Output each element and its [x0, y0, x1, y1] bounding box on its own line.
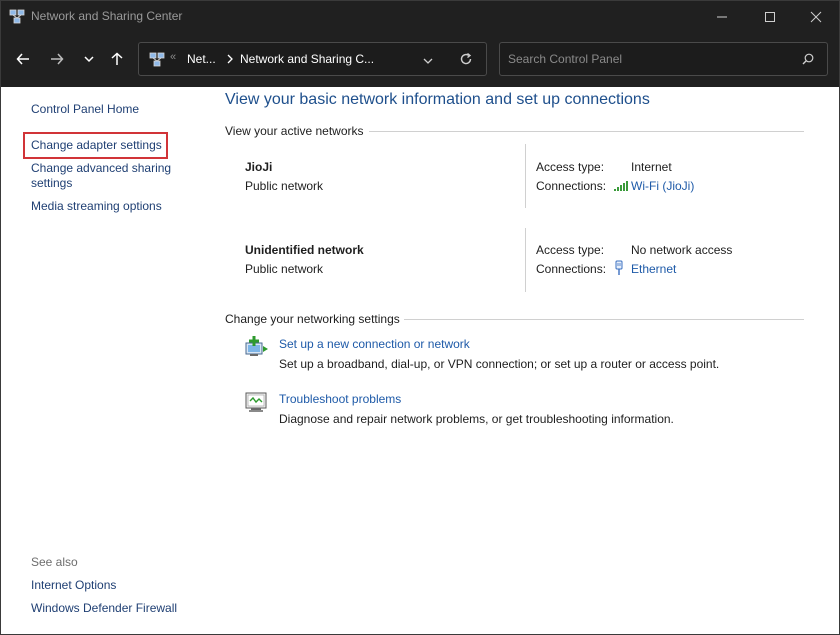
- new-connection-icon: [245, 336, 268, 356]
- close-button[interactable]: [793, 1, 839, 33]
- arrow-right-icon: [51, 53, 64, 65]
- forward-button[interactable]: [45, 47, 69, 71]
- close-icon: [810, 11, 822, 23]
- active-networks-heading: View your active networks: [225, 124, 364, 138]
- arrow-up-icon: [111, 52, 123, 65]
- network-name: Unidentified network: [245, 243, 364, 257]
- access-type-label: Access type:: [536, 243, 605, 257]
- up-button[interactable]: [105, 47, 129, 71]
- connections-label: Connections:: [536, 262, 607, 276]
- change-settings-heading: Change your networking settings: [225, 312, 400, 326]
- refresh-icon[interactable]: [459, 52, 473, 66]
- connections-label: Connections:: [536, 179, 607, 193]
- sidebar-item-change-advanced-sharing[interactable]: Change advanced sharing settings: [31, 161, 181, 191]
- sidebar: Control Panel Home Change adapter settin…: [1, 87, 206, 634]
- access-type-value: Internet: [631, 160, 672, 174]
- setup-connection-description: Set up a broadband, dial-up, or VPN conn…: [279, 357, 720, 371]
- section-divider: [369, 131, 804, 132]
- chevron-down-icon: [84, 56, 94, 63]
- access-type-value: No network access: [631, 243, 733, 257]
- sidebar-item-media-streaming[interactable]: Media streaming options: [31, 199, 162, 214]
- troubleshoot-icon: [245, 392, 267, 412]
- troubleshoot-description: Diagnose and repair network problems, or…: [279, 412, 674, 426]
- breadcrumb-network-sharing-center[interactable]: Network and Sharing C...: [240, 52, 374, 66]
- search-icon[interactable]: [802, 53, 814, 65]
- wifi-signal-icon: [614, 181, 628, 191]
- section-divider: [404, 319, 804, 320]
- main-content: View your basic network information and …: [206, 87, 839, 634]
- minimize-icon: [717, 16, 727, 18]
- see-also-heading: See also: [31, 555, 78, 569]
- network-location-icon: [149, 52, 165, 67]
- access-type-label: Access type:: [536, 160, 605, 174]
- address-bar[interactable]: « Net... Network and Sharing C...: [138, 42, 487, 76]
- page-title: View your basic network information and …: [225, 91, 650, 108]
- network-category: Public network: [245, 179, 324, 193]
- maximize-button[interactable]: [747, 1, 793, 33]
- window: Network and Sharing Center « Net... Netw…: [0, 0, 840, 635]
- navigation-bar: « Net... Network and Sharing C...: [1, 33, 839, 87]
- arrow-left-icon: [16, 53, 29, 65]
- sidebar-item-change-adapter-settings[interactable]: Change adapter settings: [31, 138, 162, 153]
- title-bar: Network and Sharing Center: [1, 1, 839, 33]
- sidebar-item-defender-firewall[interactable]: Windows Defender Firewall: [31, 601, 177, 616]
- network-divider: [525, 144, 526, 208]
- network-category: Public network: [245, 262, 324, 276]
- minimize-button[interactable]: [699, 1, 745, 33]
- ethernet-cable-icon: [615, 260, 623, 275]
- chevron-right-icon[interactable]: [225, 54, 235, 64]
- maximize-icon: [765, 12, 775, 22]
- chevron-down-icon[interactable]: [422, 55, 434, 67]
- sidebar-item-control-panel-home[interactable]: Control Panel Home: [31, 102, 139, 117]
- recent-locations-button[interactable]: [77, 47, 101, 71]
- breadcrumb-network[interactable]: Net...: [187, 52, 216, 66]
- network-divider: [525, 228, 526, 292]
- ethernet-connection-link[interactable]: Ethernet: [631, 262, 676, 276]
- search-box[interactable]: [499, 42, 828, 76]
- wifi-connection-link[interactable]: Wi-Fi (JioJi): [631, 179, 694, 193]
- setup-connection-link[interactable]: Set up a new connection or network: [279, 337, 470, 351]
- troubleshoot-link[interactable]: Troubleshoot problems: [279, 392, 401, 406]
- sidebar-item-internet-options[interactable]: Internet Options: [31, 578, 116, 593]
- back-button[interactable]: [11, 47, 35, 71]
- search-input[interactable]: [508, 51, 788, 67]
- network-name: JioJi: [245, 160, 273, 174]
- network-app-icon: [9, 9, 25, 24]
- breadcrumb-overflow[interactable]: «: [170, 51, 176, 63]
- window-title: Network and Sharing Center: [31, 9, 183, 23]
